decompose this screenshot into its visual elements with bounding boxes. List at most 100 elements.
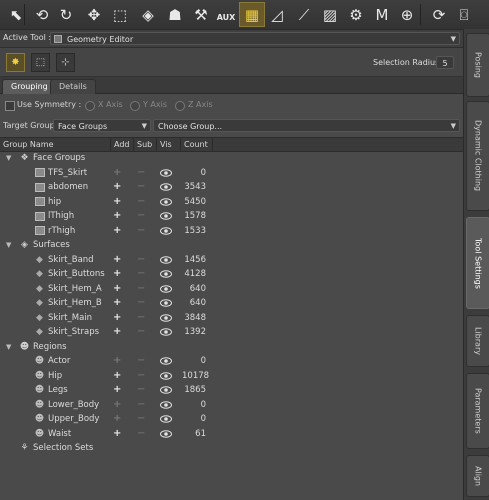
table-row[interactable]: ☻ Hip + − 10178: [0, 369, 463, 384]
navigate-tool-button[interactable]: ⊕: [395, 3, 419, 26]
sub-button[interactable]: −: [137, 195, 145, 209]
translate-tool-button[interactable]: ✥: [82, 3, 106, 26]
add-button[interactable]: +: [113, 354, 121, 368]
node-weight-tool-button[interactable]: ⟋: [292, 3, 316, 26]
group-category-row[interactable]: ▼ ☻ Regions: [0, 340, 463, 355]
table-row[interactable]: rThigh + − 1533: [0, 224, 463, 239]
choose-group-dropdown[interactable]: Choose Group... ▼: [153, 119, 460, 132]
add-button[interactable]: +: [113, 253, 121, 267]
sub-button[interactable]: −: [137, 325, 145, 339]
add-button[interactable]: +: [113, 325, 121, 339]
add-button[interactable]: +: [113, 267, 121, 281]
target-group-dropdown[interactable]: Face Groups ▼: [53, 119, 151, 132]
table-row[interactable]: ◆ Skirt_Straps + − 1392: [0, 325, 463, 340]
table-row[interactable]: ☻ Lower_Body + − 0: [0, 398, 463, 413]
sub-button[interactable]: −: [137, 311, 145, 325]
group-category-row[interactable]: ▼ ◈ Surfaces: [0, 238, 463, 253]
column-group-name[interactable]: Group Name: [0, 138, 111, 151]
sub-button[interactable]: −: [137, 253, 145, 267]
column-vis[interactable]: Vis: [157, 138, 181, 151]
eye-icon[interactable]: [160, 183, 172, 191]
spot-render-tool-button[interactable]: ◿: [265, 3, 289, 26]
side-tab-library[interactable]: Library: [466, 315, 489, 367]
surface-selection-tool-button[interactable]: ◈: [136, 3, 160, 26]
eye-icon[interactable]: [160, 255, 172, 264]
camera-orbit-tool-button[interactable]: ⟳: [427, 3, 451, 26]
sub-button[interactable]: −: [137, 398, 145, 412]
eye-icon[interactable]: [160, 212, 172, 220]
add-button[interactable]: +: [113, 412, 121, 426]
add-button[interactable]: +: [113, 398, 121, 412]
add-button[interactable]: +: [113, 282, 121, 296]
sub-button[interactable]: −: [137, 369, 145, 383]
z-axis-radio[interactable]: [175, 101, 185, 111]
table-row[interactable]: ◆ Skirt_Hem_A + − 640: [0, 282, 463, 297]
eye-icon[interactable]: [160, 168, 172, 177]
lasso-mode-button[interactable]: ⬚: [31, 53, 50, 72]
sub-button[interactable]: −: [137, 267, 145, 281]
use-symmetry-checkbox[interactable]: [5, 101, 15, 111]
eye-icon[interactable]: [160, 371, 172, 380]
weight-brush-tool-button[interactable]: ▨: [318, 3, 342, 26]
sub-button[interactable]: −: [137, 166, 145, 180]
add-button[interactable]: +: [113, 369, 121, 383]
sub-button[interactable]: −: [137, 180, 145, 194]
add-button[interactable]: +: [113, 224, 121, 238]
eye-icon[interactable]: [160, 357, 172, 365]
expand-arrow-icon[interactable]: ▼: [6, 340, 11, 354]
expand-arrow-icon[interactable]: ▼: [6, 238, 11, 252]
table-row[interactable]: lThigh + − 1578: [0, 209, 463, 224]
side-tab-dynamic-clothing[interactable]: Dynamic Clothing: [466, 101, 489, 211]
add-button[interactable]: +: [113, 296, 121, 310]
table-row[interactable]: ◆ Skirt_Buttons + − 4128: [0, 267, 463, 282]
add-button[interactable]: +: [113, 180, 121, 194]
eye-icon[interactable]: [160, 415, 172, 423]
select-mode-button[interactable]: ✸: [6, 53, 25, 72]
x-axis-radio[interactable]: [85, 101, 95, 111]
add-button[interactable]: +: [113, 195, 121, 209]
eye-icon[interactable]: [160, 313, 172, 322]
eye-icon[interactable]: [160, 270, 172, 278]
sub-button[interactable]: −: [137, 427, 145, 441]
scale-tool-button[interactable]: ⬚: [108, 3, 132, 26]
table-row[interactable]: ☻ Waist + − 61: [0, 427, 463, 442]
table-row[interactable]: TFS_Skirt + − 0: [0, 166, 463, 181]
eye-icon[interactable]: [160, 400, 172, 409]
camera-tool-button[interactable]: ⌼: [452, 3, 476, 26]
side-tab-posing[interactable]: Posing: [466, 33, 489, 97]
sub-button[interactable]: −: [137, 383, 145, 397]
add-button[interactable]: +: [113, 383, 121, 397]
eye-icon[interactable]: [160, 429, 172, 438]
table-row[interactable]: ◆ Skirt_Main + − 3848: [0, 311, 463, 326]
table-row[interactable]: abdomen + − 3543: [0, 180, 463, 195]
table-row[interactable]: ☻ Actor + − 0: [0, 354, 463, 369]
rectangle-mode-button[interactable]: ⊹: [56, 53, 75, 72]
sub-button[interactable]: −: [137, 224, 145, 238]
tab-details[interactable]: Details: [50, 79, 96, 94]
aux-viewport-tool-button[interactable]: AUX: [214, 3, 238, 26]
eye-icon[interactable]: [160, 197, 172, 206]
add-button[interactable]: +: [113, 311, 121, 325]
sub-button[interactable]: −: [137, 412, 145, 426]
group-category-row[interactable]: ▼ ❖ Face Groups: [0, 151, 463, 166]
geometry-editor-tool-button[interactable]: ▦: [239, 2, 265, 27]
expand-arrow-icon[interactable]: ▼: [6, 151, 11, 165]
table-row[interactable]: ☻ Upper_Body + − 0: [0, 412, 463, 427]
y-axis-radio[interactable]: [130, 101, 140, 111]
column-count[interactable]: Count: [181, 138, 213, 151]
table-row[interactable]: hip + − 5450: [0, 195, 463, 210]
eye-icon[interactable]: [160, 328, 172, 336]
group-category-row[interactable]: ⚘ Selection Sets: [0, 441, 463, 456]
table-row[interactable]: ◆ Skirt_Band + − 1456: [0, 253, 463, 268]
eye-icon[interactable]: [160, 386, 172, 394]
sub-button[interactable]: −: [137, 296, 145, 310]
column-add[interactable]: Add: [111, 138, 134, 151]
sub-button[interactable]: −: [137, 209, 145, 223]
morph-brush-tool-button[interactable]: M: [370, 3, 394, 26]
sub-button[interactable]: −: [137, 354, 145, 368]
eye-icon[interactable]: [160, 299, 172, 307]
tool-tool-button[interactable]: ⚙: [344, 3, 368, 26]
tab-grouping[interactable]: Grouping: [2, 79, 57, 94]
universal-rotate-tool-button[interactable]: ⟲: [30, 3, 54, 26]
add-button[interactable]: +: [113, 166, 121, 180]
